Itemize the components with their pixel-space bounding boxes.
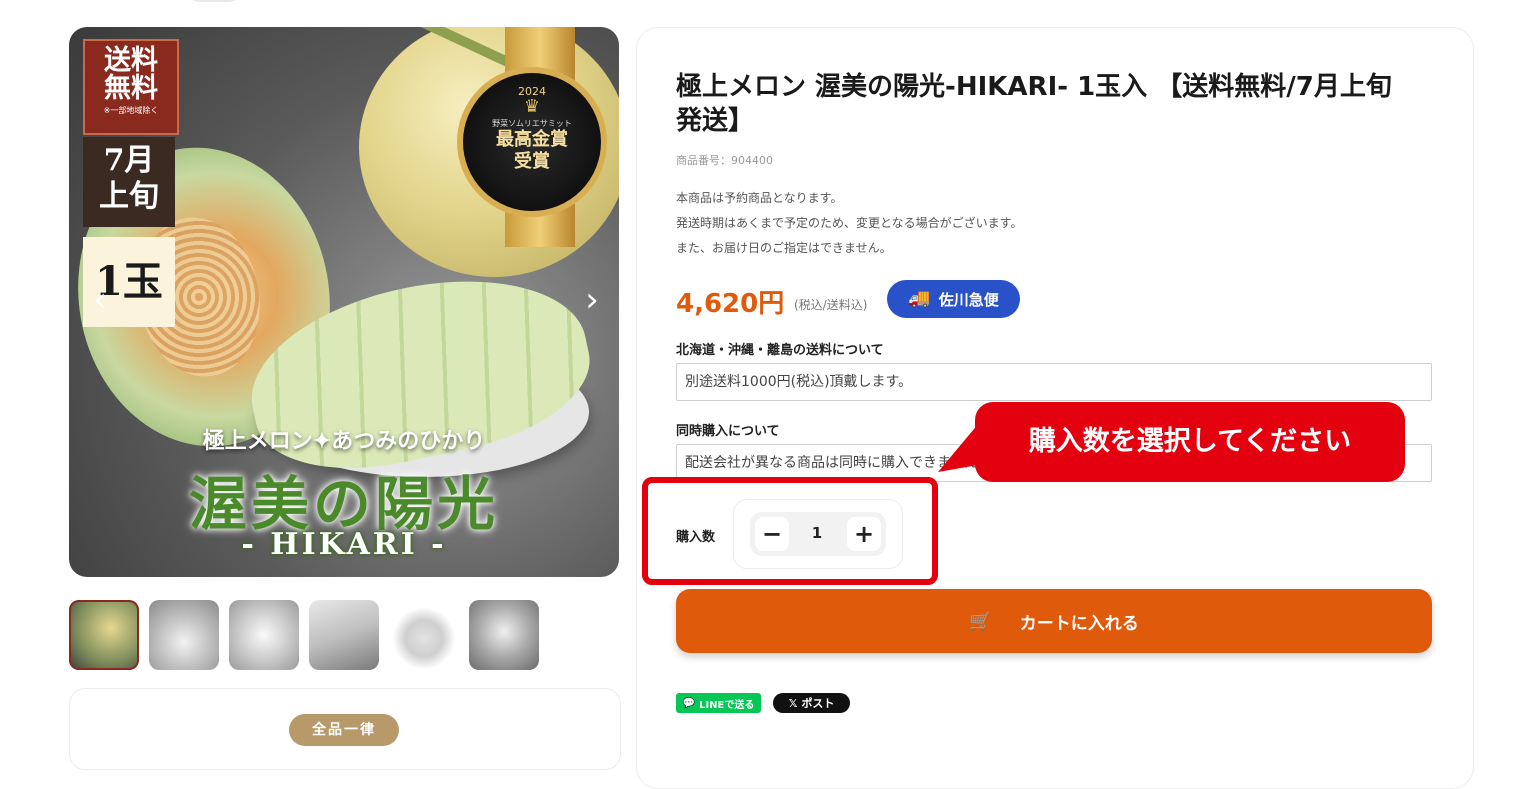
remote-shipping-label: 北海道・沖縄・離島の送料について (676, 343, 884, 358)
thumbnail-3[interactable] (229, 600, 299, 670)
product-title: 極上メロン 渥美の陽光-HIKARI- 1玉入 【送料無料/7月上旬発送】 (676, 72, 1392, 136)
add-to-cart-label: カートに入れる (1019, 613, 1139, 634)
thumbnail-4[interactable] (309, 600, 379, 670)
note-line: 発送時期はあくまで予定のため、変更となる場合がございます。 (676, 216, 1023, 230)
product-main-image[interactable]: 送料 無料 ※一部地域除く 7月 上旬 1玉 2024 ♛ 野菜ソムリエサミット… (69, 27, 619, 577)
free-shipping-badge-text: 送料 無料 (104, 45, 158, 104)
line-icon: 💬 (682, 697, 696, 709)
line-share-label: LINEで送る (699, 699, 755, 711)
thumbnail-5[interactable] (389, 600, 459, 670)
line-share-button[interactable]: 💬 LINEで送る (676, 693, 761, 713)
add-to-cart-button[interactable]: 🛒 カートに入れる (676, 589, 1432, 653)
thumbnail-1[interactable] (69, 600, 139, 670)
award-medal: 2024 ♛ 野菜ソムリエサミット 最高金賞 受賞 (457, 67, 607, 217)
crown-icon: ♛ (523, 96, 541, 117)
remote-shipping-field[interactable]: 別途送料1000円(税込)頂戴します。 (676, 363, 1432, 401)
product-notes: 本商品は予約商品となります。 発送時期はあくまで予定のため、変更となる場合がござ… (676, 186, 1022, 261)
image-caption-sub: 極上メロン✦あつみのひかり (202, 428, 486, 454)
x-share-label: ポスト (801, 697, 835, 710)
note-line: 本商品は予約商品となります。 (676, 191, 843, 205)
x-logo-icon: 𝕏 (788, 696, 798, 710)
x-share-button[interactable]: 𝕏 ポスト (773, 693, 850, 713)
thumbnail-6[interactable] (469, 600, 539, 670)
shipping-carrier-badge: 🚚 佐川急便 (887, 280, 1020, 318)
thumbnail-strip (69, 600, 539, 670)
quantity-highlight-frame (642, 477, 938, 585)
shipping-carrier-label: 佐川急便 (938, 290, 999, 309)
cart-icon: 🛒 (969, 610, 992, 632)
free-shipping-badge: 送料 無料 ※一部地域除く (83, 39, 179, 135)
award-text: 最高金賞 受賞 (496, 129, 568, 172)
chevron-right-icon[interactable]: › (577, 283, 607, 317)
award-org: 野菜ソムリエサミット (492, 119, 572, 128)
truck-icon: 🚚 (908, 288, 931, 309)
ship-month-badge: 7月 上旬 (83, 137, 175, 227)
thumbnail-2[interactable] (149, 600, 219, 670)
promo-pill: 全品一律 (289, 714, 399, 746)
product-price: 4,620円 (676, 289, 785, 319)
free-shipping-badge-note: ※一部地域除く (103, 106, 159, 115)
image-caption-en: - HIKARI - (241, 527, 447, 562)
top-decoration (184, 0, 244, 2)
chevron-left-icon[interactable]: ‹ (85, 283, 115, 317)
tax-note: (税込/送料込) (794, 298, 868, 312)
select-quantity-tooltip: 購入数を選択してください (975, 402, 1405, 482)
bundle-purchase-label: 同時購入について (676, 424, 780, 439)
promo-card: 全品一律 (69, 688, 621, 770)
note-line: また、お届け日のご指定はできません。 (676, 241, 892, 255)
product-sku: 商品番号：904400 (676, 154, 773, 167)
